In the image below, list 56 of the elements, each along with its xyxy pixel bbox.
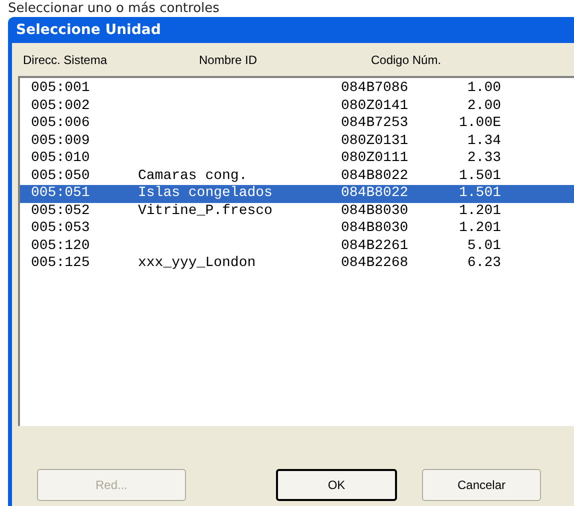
code-text: 084B8022: [341, 168, 410, 185]
dialog-button[interactable]: OK: [276, 469, 397, 501]
page-caption: Seleccionar uno o más controles: [7, 0, 220, 17]
list-row[interactable]: 005:051 Islas congelados 084B8022 1.501: [20, 185, 574, 202]
column-header: Direcc. Sistema: [22, 52, 108, 68]
version-text: 2.33: [466, 150, 501, 168]
address-text: 005:052: [31, 202, 91, 220]
address-text: 005:006: [31, 115, 91, 132]
code-text: 080Z0141: [341, 98, 410, 115]
code-text: 084B8030: [341, 202, 410, 220]
list-row[interactable]: 005:125 xxx_yyy_London 084B2268 6.23: [20, 255, 574, 272]
column-header: Nombre ID: [198, 52, 258, 68]
code-text: 084B8030: [341, 220, 410, 238]
address-text: 005:051: [31, 185, 91, 202]
name-text: xxx_yyy_London: [138, 255, 257, 272]
code-text: 084B7253: [341, 115, 410, 132]
address-text: 005:050: [31, 168, 91, 185]
address-text: 005:053: [31, 220, 91, 238]
version-text: 5.01: [466, 238, 501, 255]
code-text: 080Z0131: [341, 132, 410, 150]
version-text: 1.201: [458, 202, 501, 220]
list-row[interactable]: 005:050 Camaras cong. 084B8022 1.501: [20, 168, 574, 185]
address-text: 005:120: [31, 238, 91, 255]
version-text: 1.201: [458, 220, 501, 238]
list-row[interactable]: 005:002 080Z0141 2.00: [20, 98, 574, 115]
dialog-button[interactable]: Cancelar: [422, 469, 541, 501]
version-text: 1.501: [458, 185, 501, 202]
address-text: 005:001: [31, 80, 91, 98]
version-text: 1.00: [466, 80, 501, 98]
list-row[interactable]: 005:006 084B7253 1.00E: [20, 115, 574, 132]
window-title: Seleccione Unidad: [15, 20, 162, 40]
code-text: 084B2268: [341, 255, 410, 272]
column-header: Codigo Núm.: [370, 52, 442, 68]
address-text: 005:009: [31, 132, 91, 150]
name-text: Camaras cong.: [138, 168, 248, 185]
version-text: 1.00E: [458, 115, 501, 132]
version-text: 1.501: [458, 168, 501, 185]
code-text: 084B8022: [341, 185, 410, 202]
name-text: Vitrine_P.fresco: [138, 202, 274, 220]
version-text: 6.23: [466, 255, 501, 272]
list-row[interactable]: 005:052 Vitrine_P.fresco 084B8030 1.201: [20, 202, 574, 220]
code-text: 080Z0111: [341, 150, 410, 168]
version-text: 1.34: [466, 132, 501, 150]
version-text: 2.00: [466, 98, 501, 115]
code-text: 084B7086: [341, 80, 410, 98]
list-row[interactable]: 005:053 084B8030 1.201: [20, 220, 574, 238]
address-text: 005:010: [31, 150, 91, 168]
address-text: 005:125: [31, 255, 91, 272]
list-row[interactable]: 005:120 084B2261 5.01: [20, 238, 574, 255]
list-row[interactable]: 005:001 084B7086 1.00: [20, 80, 574, 98]
list-row[interactable]: 005:010 080Z0111 2.33: [20, 150, 574, 168]
address-text: 005:002: [31, 98, 91, 115]
list-row[interactable]: 005:009 080Z0131 1.34: [20, 132, 574, 150]
code-text: 084B2261: [341, 238, 410, 255]
unit-list[interactable]: [18, 76, 574, 426]
name-text: Islas congelados: [138, 185, 274, 202]
